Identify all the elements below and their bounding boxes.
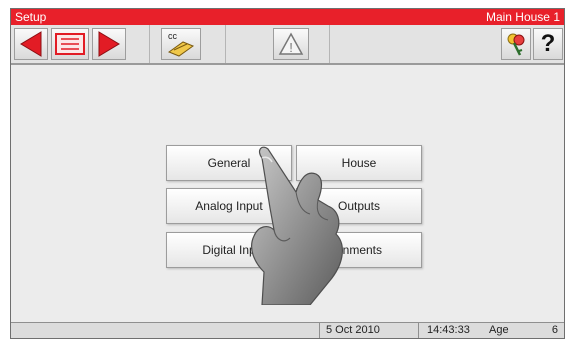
- assignments-label: gnments: [335, 243, 383, 257]
- outputs-label: Outputs: [337, 199, 381, 213]
- status-divider: [319, 323, 320, 338]
- analog-inputs-label: Analog Input: [195, 199, 263, 213]
- toolbar-divider: [149, 25, 150, 63]
- help-icon: ?: [540, 30, 556, 57]
- keys-button[interactable]: [501, 28, 531, 60]
- status-age-value: 6: [551, 324, 558, 336]
- location-title: Main House 1: [485, 10, 560, 24]
- status-time: 14:43:33: [427, 324, 470, 336]
- warning-icon: !: [278, 32, 304, 55]
- general-label: General: [207, 156, 251, 170]
- assignments-button[interactable]: gnments: [296, 232, 422, 268]
- house-button[interactable]: House: [296, 145, 422, 181]
- help-button[interactable]: ?: [533, 28, 563, 60]
- digital-inputs-label: Digital Inp: [202, 243, 256, 257]
- title-bar: Setup Main House 1: [11, 9, 564, 25]
- toolbar: cc ! ?: [11, 25, 564, 65]
- status-age-label: Age: [489, 324, 509, 336]
- keys-icon: [507, 33, 525, 56]
- setup-window: Setup Main House 1 cc ! ? General House …: [10, 8, 565, 339]
- cc-button[interactable]: cc: [161, 28, 201, 60]
- list-button[interactable]: [51, 28, 89, 60]
- toolbar-divider: [225, 25, 226, 63]
- status-bar: 5 Oct 2010 14:43:33 Age 6: [11, 322, 564, 338]
- list-icon: [55, 33, 85, 55]
- status-divider: [418, 323, 419, 338]
- triangle-right-icon: [98, 31, 120, 57]
- general-button[interactable]: General: [166, 145, 292, 181]
- toolbar-divider: [329, 25, 330, 63]
- back-button[interactable]: [14, 28, 48, 60]
- analog-inputs-button[interactable]: Analog Input: [166, 188, 292, 224]
- setup-menu: General House Analog Input Outputs Digit…: [11, 65, 564, 325]
- cc-tool-icon: cc: [167, 31, 195, 57]
- status-date: 5 Oct 2010: [326, 324, 380, 336]
- screen-title: Setup: [15, 10, 47, 24]
- triangle-left-icon: [20, 31, 42, 57]
- house-label: House: [341, 156, 377, 170]
- cc-label: cc: [168, 31, 178, 41]
- alarm-button[interactable]: !: [273, 28, 309, 60]
- digital-inputs-button[interactable]: Digital Inp: [166, 232, 292, 268]
- warning-glyph: !: [289, 40, 293, 55]
- forward-button[interactable]: [92, 28, 126, 60]
- outputs-button[interactable]: Outputs: [296, 188, 422, 224]
